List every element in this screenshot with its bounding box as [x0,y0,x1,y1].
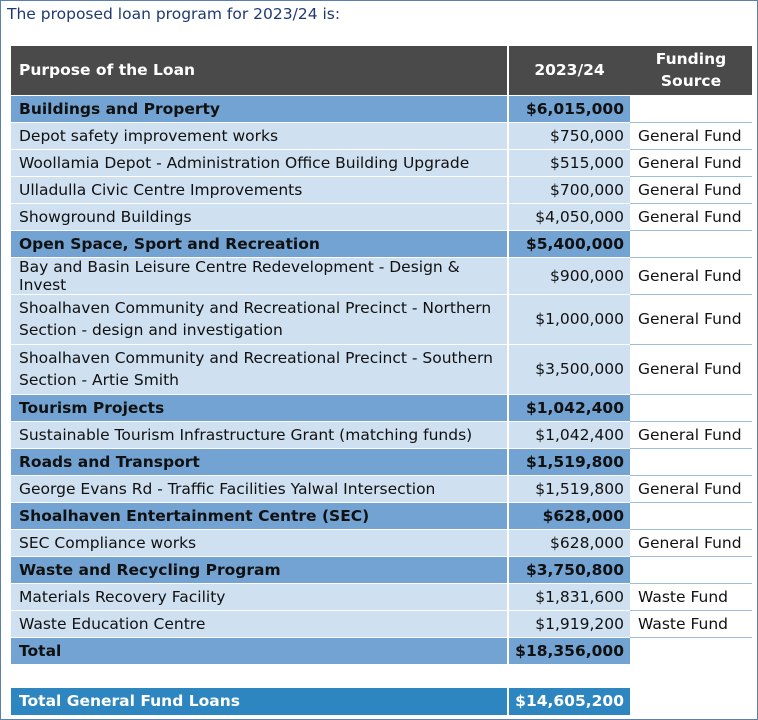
funding-source-cell: General Fund [630,122,752,150]
purpose-cell: Buildings and Property [11,95,509,123]
loan-program-table: Purpose of the Loan 2023/24 Funding Sourc… [11,46,752,665]
purpose-cell: Showground Buildings [11,203,509,231]
table-row: Sustainable Tourism Infrastructure Grant… [11,421,752,449]
table-row: Shoalhaven Community and Recreational Pr… [11,294,752,345]
table-row: Ulladulla Civic Centre Improvements $700,… [11,176,752,204]
table-row: Shoalhaven Community and Recreational Pr… [11,344,752,395]
purpose-cell: Roads and Transport [11,448,509,476]
general-fund-total-table: Total General Fund Loans $14,605,200 [11,688,630,716]
funding-source-cell: Waste Fund [630,610,752,638]
table-header-row: Purpose of the Loan 2023/24 Funding Sourc… [11,46,752,96]
amount-cell: $700,000 [508,176,630,204]
total-row: Total $18,356,000 [11,637,752,665]
purpose-cell: Shoalhaven Community and Recreational Pr… [11,344,509,395]
intro-text: The proposed loan program for 2023/24 is… [7,5,341,23]
category-row: Tourism Projects $1,042,400 [11,394,752,422]
funding-source-cell: General Fund [630,529,752,557]
amount-cell: $1,042,400 [508,421,630,449]
general-fund-total-amount: $14,605,200 [508,688,630,716]
purpose-cell: Shoalhaven Community and Recreational Pr… [11,294,509,345]
funding-source-cell: General Fund [630,149,752,177]
amount-cell: $6,015,000 [508,95,630,123]
purpose-cell: Waste and Recycling Program [11,556,509,584]
header-funding-source: Funding Source [630,46,752,96]
amount-cell: $628,000 [508,502,630,530]
amount-cell: $1,831,600 [508,583,630,611]
table-row: Materials Recovery Facility $1,831,600 Was… [11,583,752,611]
purpose-cell: Shoalhaven Entertainment Centre (SEC) [11,502,509,530]
funding-source-cell: General Fund [630,344,752,395]
header-purpose: Purpose of the Loan [11,46,509,96]
table-row: Bay and Basin Leisure Centre Redevelopme… [11,257,752,295]
table-row: Showground Buildings $4,050,000 General Fu… [11,203,752,231]
amount-cell: $1,000,000 [508,294,630,345]
funding-source-cell: General Fund [630,421,752,449]
funding-source-cell [630,556,752,584]
funding-source-cell [630,230,752,258]
table-row: George Evans Rd - Traffic Facilities Yal… [11,475,752,503]
amount-cell: $1,919,200 [508,610,630,638]
purpose-cell: Waste Education Centre [11,610,509,638]
amount-cell: $750,000 [508,122,630,150]
table-row: Waste Education Centre $1,919,200 Waste Fu… [11,610,752,638]
purpose-cell: Sustainable Tourism Infrastructure Grant… [11,421,509,449]
category-row: Open Space, Sport and Recreation $5,400,0… [11,230,752,258]
table-row: Depot safety improvement works $750,000 Ge… [11,122,752,150]
category-row: Shoalhaven Entertainment Centre (SEC) $62… [11,502,752,530]
amount-cell: $4,050,000 [508,203,630,231]
amount-cell: $1,042,400 [508,394,630,422]
amount-cell: $5,400,000 [508,230,630,258]
funding-source-cell: General Fund [630,203,752,231]
header-year: 2023/24 [508,46,630,96]
purpose-cell: Depot safety improvement works [11,122,509,150]
funding-source-cell: General Fund [630,176,752,204]
amount-cell: $1,519,800 [508,448,630,476]
purpose-cell: George Evans Rd - Traffic Facilities Yal… [11,475,509,503]
purpose-cell: Open Space, Sport and Recreation [11,230,509,258]
purpose-cell: Woollamia Depot - Administration Office … [11,149,509,177]
category-row: Waste and Recycling Program $3,750,800 [11,556,752,584]
total-label: Total [11,637,509,665]
purpose-cell: Materials Recovery Facility [11,583,509,611]
funding-source-cell: Waste Fund [630,583,752,611]
general-fund-total-row: Total General Fund Loans $14,605,200 [11,688,630,716]
purpose-cell: SEC Compliance works [11,529,509,557]
category-row: Roads and Transport $1,519,800 [11,448,752,476]
total-amount: $18,356,000 [508,637,630,665]
amount-cell: $1,519,800 [508,475,630,503]
purpose-cell: Ulladulla Civic Centre Improvements [11,176,509,204]
funding-source-cell [630,95,752,123]
amount-cell: $3,750,800 [508,556,630,584]
amount-cell: $3,500,000 [508,344,630,395]
funding-source-cell [630,502,752,530]
table-row: Woollamia Depot - Administration Office … [11,149,752,177]
purpose-cell: Bay and Basin Leisure Centre Redevelopme… [11,257,509,295]
funding-source-cell: General Fund [630,475,752,503]
table-row: SEC Compliance works $628,000 General Fund [11,529,752,557]
amount-cell: $628,000 [508,529,630,557]
category-row: Buildings and Property $6,015,000 [11,95,752,123]
funding-source-cell [630,394,752,422]
amount-cell: $900,000 [508,257,630,295]
amount-cell: $515,000 [508,149,630,177]
general-fund-total-label: Total General Fund Loans [11,688,509,716]
funding-source-cell: General Fund [630,294,752,345]
purpose-cell: Tourism Projects [11,394,509,422]
funding-source-cell [630,448,752,476]
total-empty-cell [630,637,752,664]
funding-source-cell: General Fund [630,257,752,295]
